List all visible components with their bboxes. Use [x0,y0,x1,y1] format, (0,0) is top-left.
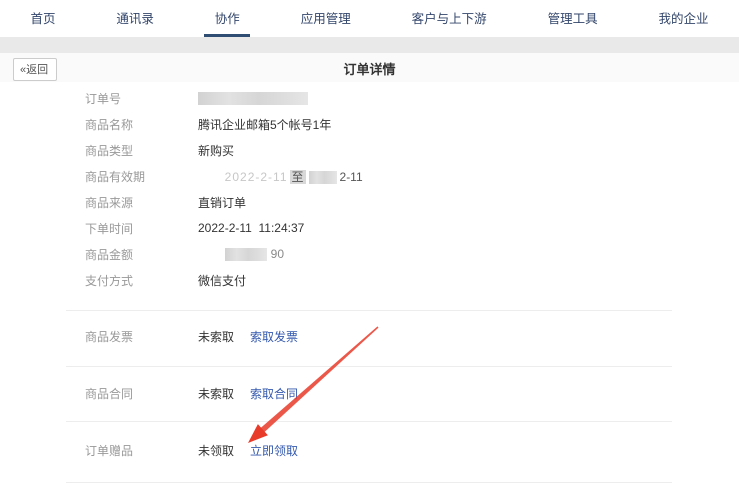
redacted-order-number [198,92,308,105]
row-order-number: 订单号 [85,85,719,111]
row-product-name: 商品名称 腾讯企业邮箱5个帐号1年 [85,111,719,137]
nav-item-app-management[interactable]: 应用管理 [301,6,351,37]
claim-gift-link[interactable]: 立即领取 [250,442,298,459]
nav-item-collaboration[interactable]: 协作 [215,6,240,37]
page-title: 订单详情 [0,59,739,78]
divider [66,421,672,422]
row-label: 商品来源 [85,194,198,211]
row-validity: 商品有效期 2022-2-11至 2-11 [85,163,719,189]
amount-end-fragment: 90 [271,247,284,261]
nav-item-my-company[interactable]: 我的企业 [658,6,708,37]
row-label: 订单号 [85,90,198,107]
validity-separator-fragment: 至 [290,170,306,184]
row-contract: 商品合同 未索取 索取合同 [85,384,298,402]
divider [66,482,672,483]
request-contract-link[interactable]: 索取合同 [250,385,298,402]
validity-start-fragment: 2022-2-11 [225,170,288,184]
redacted-amount [225,248,267,261]
request-invoice-link[interactable]: 索取发票 [250,328,298,345]
toolbar: 订单详情 «返回 [0,53,739,82]
row-product-type: 商品类型 新购买 [85,137,719,163]
source-value: 直销订单 [198,194,246,211]
nav-item-home[interactable]: 首页 [30,6,55,37]
row-label: 支付方式 [85,272,198,289]
order-details: 订单号 商品名称 腾讯企业邮箱5个帐号1年 商品类型 新购买 商品有效期 202… [85,85,719,293]
nav-item-contacts[interactable]: 通讯录 [116,6,154,37]
divider [66,366,672,367]
row-gift: 订单赠品 未领取 立即领取 [85,441,298,459]
row-label: 商品发票 [85,328,198,345]
row-label: 订单赠品 [85,442,198,459]
divider [66,310,672,311]
nav-item-collaboration-label: 协作 [215,12,240,26]
nav-item-customers[interactable]: 客户与上下游 [412,6,487,37]
row-label: 下单时间 [85,220,198,237]
contract-status: 未索取 [198,385,234,402]
row-label: 商品名称 [85,116,198,133]
payment-value: 微信支付 [198,272,246,289]
row-label: 商品金额 [85,246,198,263]
amount-value-partially-redacted: 90 [198,233,284,275]
gray-strip [0,37,739,53]
product-name-value: 腾讯企业邮箱5个帐号1年 [198,116,331,133]
row-order-time: 下单时间 2022-2-11 11:24:37 [85,215,719,241]
nav-item-admin-tools[interactable]: 管理工具 [548,6,598,37]
order-detail-page: 首页 通讯录 协作 应用管理 客户与上下游 管理工具 我的企业 订单详情 «返回… [0,0,739,504]
invoice-status: 未索取 [198,328,234,345]
redacted-validity-middle [309,171,337,184]
validity-value-partially-redacted: 2022-2-11至 2-11 [198,154,363,199]
row-invoice: 商品发票 未索取 索取发票 [85,327,298,345]
row-payment: 支付方式 微信支付 [85,267,719,293]
row-source: 商品来源 直销订单 [85,189,719,215]
row-amount: 商品金额 90 [85,241,719,267]
row-label: 商品合同 [85,385,198,402]
validity-end-fragment: 2-11 [340,170,363,184]
back-button[interactable]: «返回 [13,58,57,81]
gift-status: 未领取 [198,442,234,459]
row-label: 商品类型 [85,142,198,159]
row-label: 商品有效期 [85,168,198,185]
top-nav: 首页 通讯录 协作 应用管理 客户与上下游 管理工具 我的企业 [0,0,739,37]
